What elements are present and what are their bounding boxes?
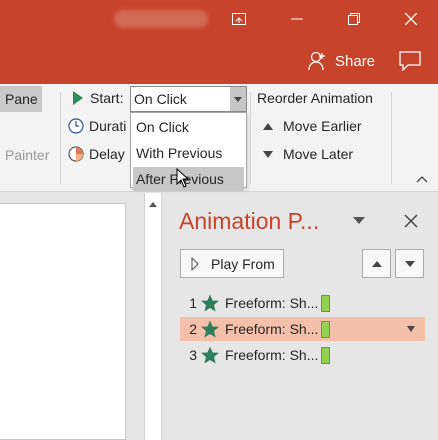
animation-list-item[interactable]: 3 Freeform: Sh...	[180, 343, 425, 367]
vertical-scrollbar[interactable]	[144, 193, 162, 440]
animation-label: Freeform: Sh...	[225, 295, 319, 311]
timing-bar	[321, 346, 330, 364]
move-later-label: Move Later	[283, 146, 354, 162]
duration-row: Durati	[68, 118, 126, 134]
move-later-button[interactable]: Move Later	[263, 146, 353, 162]
pane-label: Pane	[5, 91, 38, 107]
animation-list-item-selected[interactable]: 2 Freeform: Sh...	[180, 317, 425, 341]
item-options-chevron-icon[interactable]	[407, 326, 415, 332]
animation-order-number: 3	[189, 347, 197, 363]
animation-order-number: 1	[189, 295, 197, 311]
animation-painter-button[interactable]: Painter	[5, 147, 49, 163]
pane-options-chevron-icon[interactable]	[352, 216, 366, 226]
triangle-up-icon	[263, 122, 273, 130]
minimize-icon[interactable]	[283, 8, 311, 30]
start-row: Start:	[72, 90, 123, 106]
play-outline-icon	[191, 256, 199, 271]
move-down-button[interactable]	[395, 249, 424, 278]
start-combo[interactable]: On Click	[130, 86, 247, 112]
ribbon-separator	[391, 92, 392, 184]
clock-icon	[68, 118, 84, 134]
delay-row: Delay	[68, 146, 125, 162]
mouse-pointer-icon	[176, 168, 190, 188]
timing-bar	[321, 294, 330, 312]
start-label: Start:	[90, 90, 124, 106]
chevron-down-icon[interactable]	[230, 87, 246, 111]
animation-order-number: 2	[189, 321, 197, 337]
reorder-animation-title: Reorder Animation	[257, 90, 373, 106]
delay-clock-icon	[68, 146, 84, 162]
animation-pane-button[interactable]: Pane	[0, 86, 42, 112]
document-title-redacted	[114, 10, 208, 28]
play-from-button[interactable]: Play From	[180, 249, 284, 278]
start-option-with-previous[interactable]: With Previous	[131, 141, 246, 165]
share-button[interactable]: Share	[308, 50, 375, 72]
move-up-button[interactable]	[362, 249, 391, 278]
move-earlier-label: Move Earlier	[283, 118, 362, 134]
triangle-up-icon	[371, 260, 382, 267]
animation-label: Freeform: Sh...	[225, 347, 319, 363]
animation-label: Freeform: Sh...	[225, 321, 319, 337]
comments-icon[interactable]	[399, 51, 421, 72]
start-option-on-click[interactable]: On Click	[131, 115, 246, 139]
person-icon	[308, 51, 325, 71]
close-pane-icon[interactable]	[402, 212, 420, 230]
slide-canvas[interactable]	[0, 203, 126, 440]
animation-pane-title: Animation P...	[179, 208, 320, 234]
share-label: Share	[335, 52, 376, 70]
scroll-up-icon[interactable]	[145, 198, 161, 212]
ribbon-separator	[250, 92, 251, 184]
reorder-label: Reorder Animation	[257, 90, 373, 106]
triangle-down-icon	[263, 150, 273, 158]
ribbon-separator	[60, 92, 61, 184]
play-triangle-icon	[73, 91, 83, 105]
star-effect-icon	[201, 320, 219, 338]
star-effect-icon	[201, 294, 219, 312]
move-earlier-button[interactable]: Move Earlier	[263, 118, 362, 134]
collapse-ribbon-icon[interactable]	[416, 174, 428, 184]
duration-label: Durati	[89, 118, 127, 134]
restore-icon[interactable]	[340, 8, 368, 30]
star-effect-icon	[201, 346, 219, 364]
ribbon-display-options-icon[interactable]	[225, 8, 253, 30]
painter-label: Painter	[5, 147, 50, 163]
timing-bar	[321, 320, 330, 338]
triangle-down-icon	[404, 260, 415, 267]
close-window-icon[interactable]	[397, 8, 425, 30]
play-from-label: Play From	[211, 255, 275, 272]
delay-label: Delay	[89, 146, 125, 162]
animation-list-item[interactable]: 1 Freeform: Sh...	[180, 291, 425, 315]
start-value: On Click	[134, 91, 187, 107]
